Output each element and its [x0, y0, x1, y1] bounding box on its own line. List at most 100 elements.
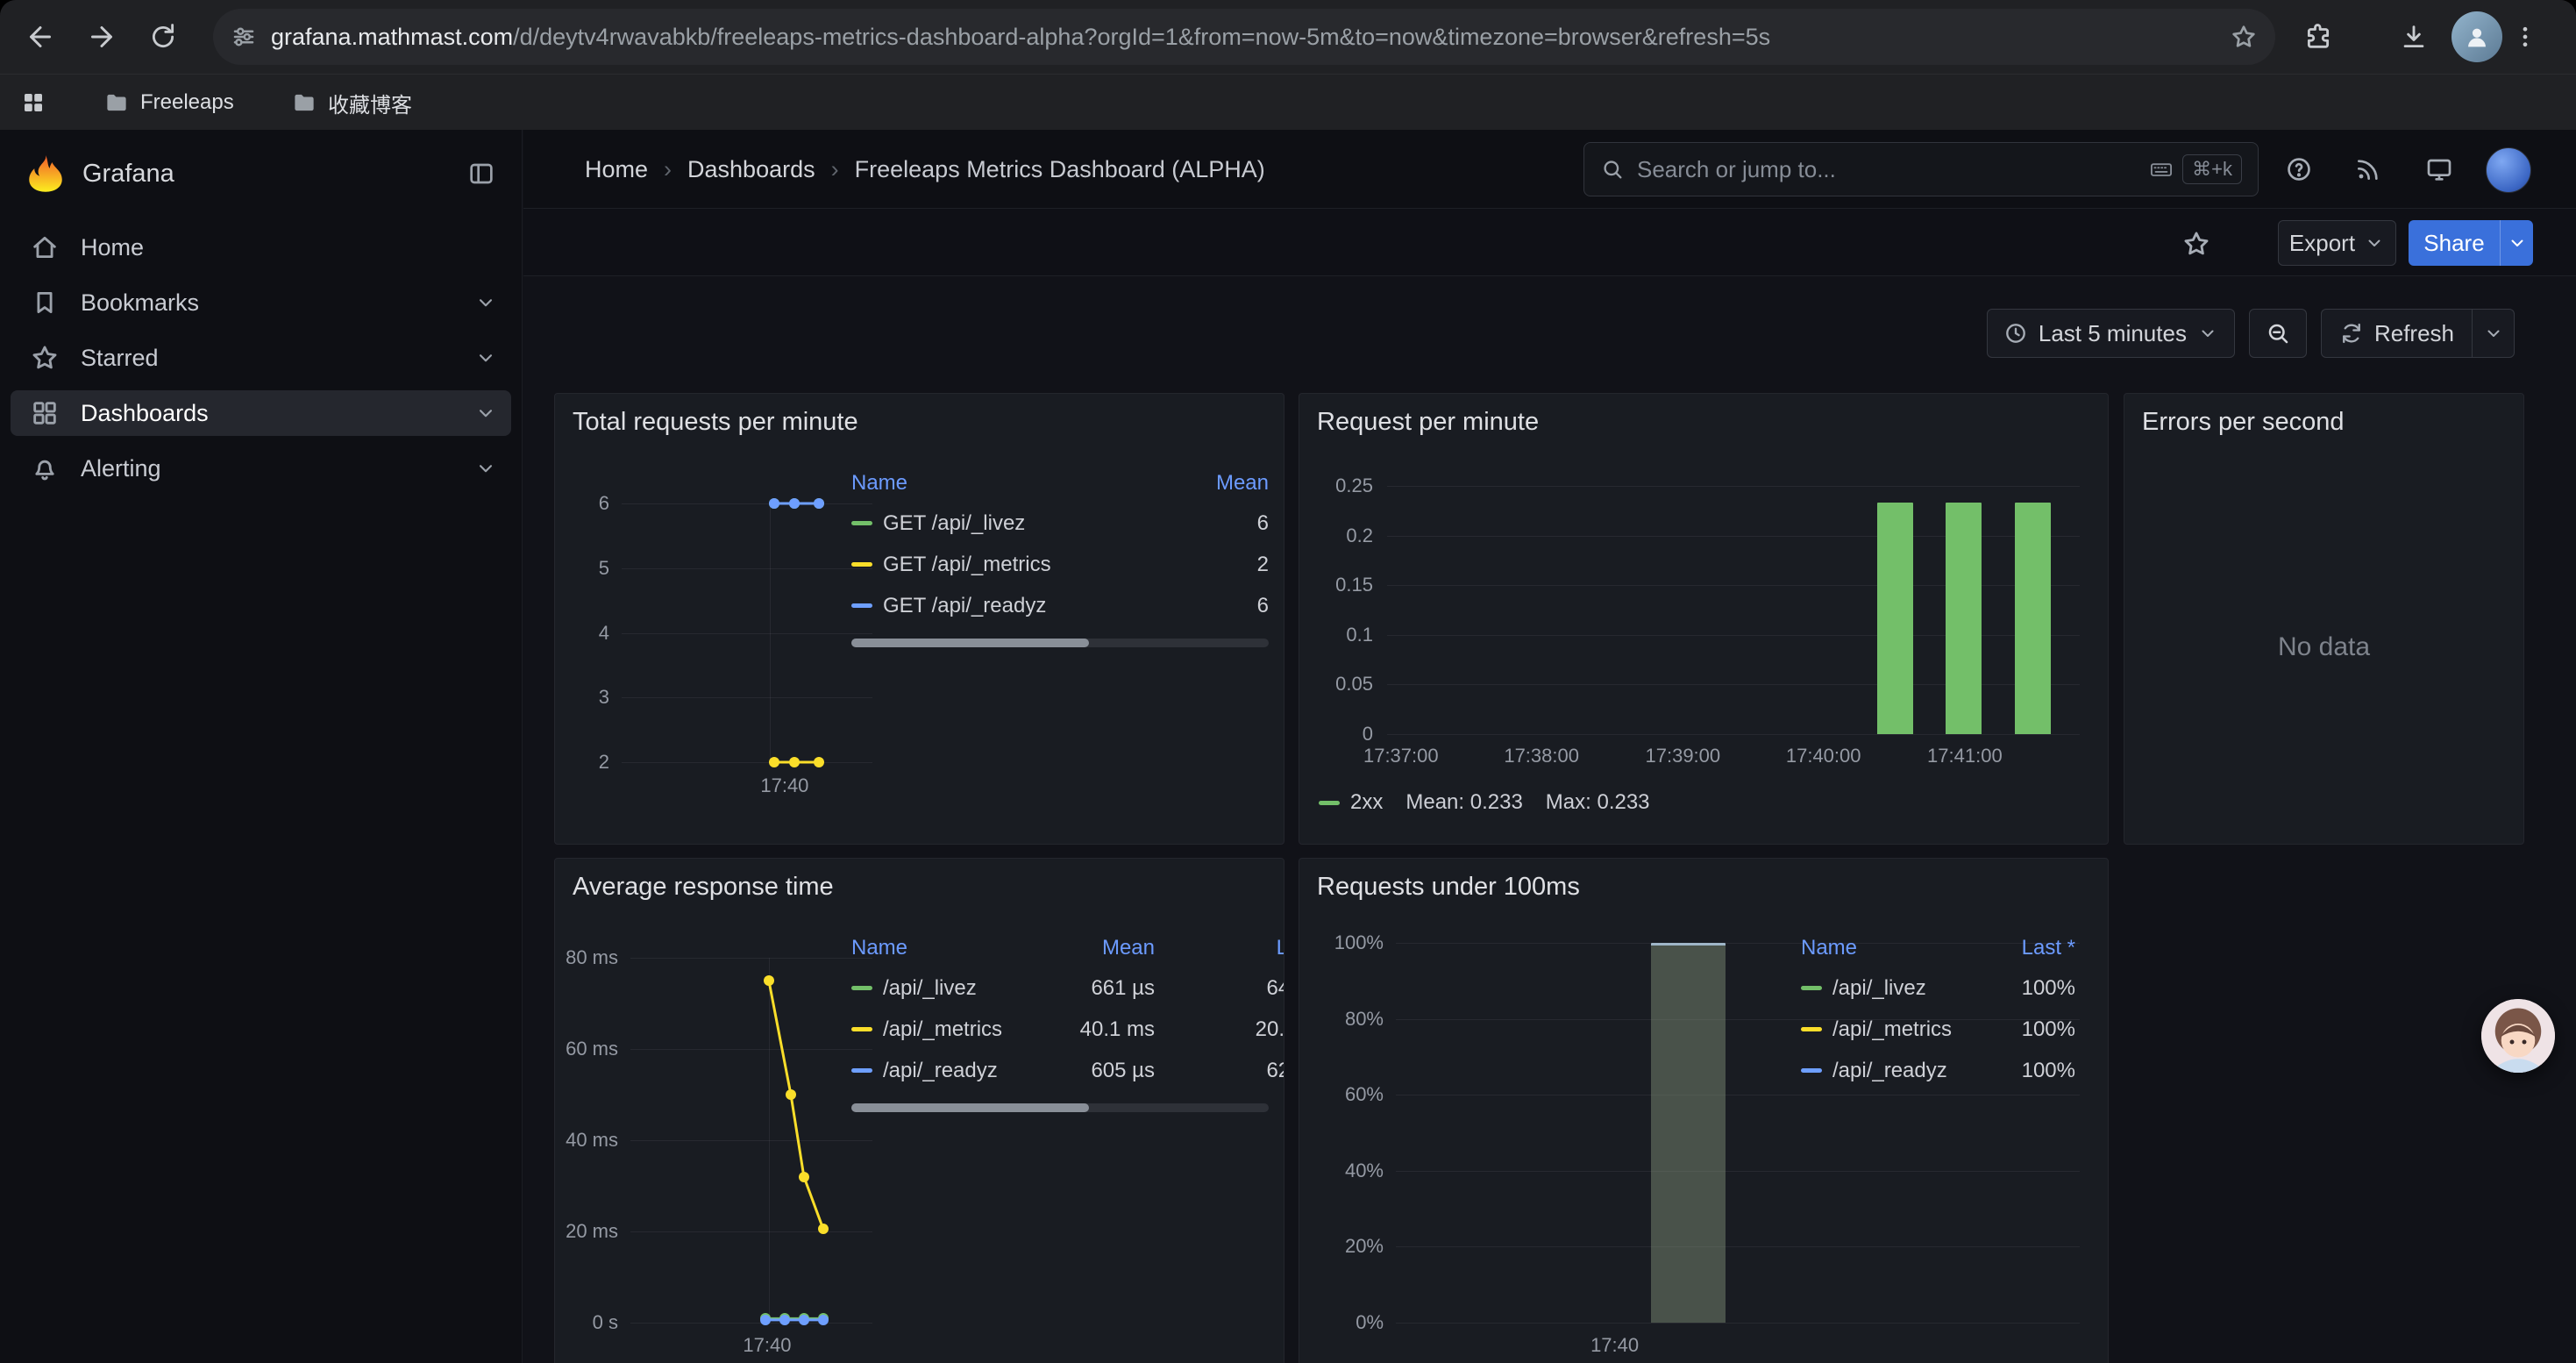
x-axis-labels: 17:40	[622, 773, 872, 799]
apps-grid-button[interactable]	[16, 87, 51, 118]
series-name[interactable]: GET /api/_metrics	[883, 553, 1051, 577]
legend-row[interactable]: /api/_livez 100%	[1801, 967, 2075, 1009]
search-input[interactable]	[1637, 156, 2137, 183]
sidebar-item-starred[interactable]: Starred	[11, 335, 511, 381]
legend-header-last[interactable]: Last *	[1993, 936, 2075, 960]
sidebar-item-bookmarks[interactable]: Bookmarks	[11, 280, 511, 325]
legend-row[interactable]: GET /api/_metrics 2	[851, 544, 1269, 585]
browser-menu-button[interactable]	[2497, 9, 2553, 65]
series-name[interactable]: 2xx	[1350, 790, 1383, 815]
legend-row[interactable]: GET /api/_livez 6	[851, 503, 1269, 544]
grafana-logo[interactable]	[25, 153, 67, 195]
scrollbar-thumb[interactable]	[851, 1103, 1089, 1112]
url-bar[interactable]: grafana.mathmast.com/d/deytv4rwavabkb/fr…	[213, 9, 2275, 65]
sidebar-item-label: Dashboards	[81, 400, 209, 427]
panel-title[interactable]: Total requests per minute	[573, 406, 858, 438]
screen: grafana.mathmast.com/d/deytv4rwavabkb/fr…	[0, 0, 2576, 1363]
legend-header-row: Name Mean Last *	[851, 929, 1284, 967]
legend-header-name[interactable]: Name	[851, 471, 1195, 496]
sidebar-item-home[interactable]: Home	[11, 225, 511, 270]
sidebar-item-alerting[interactable]: Alerting	[11, 446, 511, 491]
bookmark-freeleaps[interactable]: Freeleaps	[91, 82, 246, 124]
panel-title[interactable]: Average response time	[573, 871, 834, 903]
panel-title[interactable]: Errors per second	[2142, 406, 2345, 438]
dashboard-canvas: Last 5 minutes Refresh	[523, 276, 2576, 1363]
export-button[interactable]: Export	[2278, 220, 2396, 266]
back-button[interactable]	[12, 9, 68, 65]
sidebar-item-dashboards[interactable]: Dashboards	[11, 390, 511, 436]
series-name[interactable]: /api/_livez	[883, 976, 977, 1001]
bookmark-star-icon[interactable]	[2230, 23, 2258, 51]
legend-row[interactable]: /api/_readyz 605 µs 620 µs	[851, 1050, 1284, 1091]
search-box[interactable]: ⌘+k	[1583, 142, 2259, 196]
legend-scrollbar[interactable]	[851, 639, 1269, 647]
news-button[interactable]	[2347, 148, 2389, 190]
legend-row[interactable]: /api/_metrics 40.1 ms 20.5 ms	[851, 1009, 1284, 1050]
panel-title[interactable]: Requests under 100ms	[1317, 871, 1580, 903]
breadcrumb-home[interactable]: Home	[585, 156, 648, 183]
url-text[interactable]: grafana.mathmast.com/d/deytv4rwavabkb/fr…	[271, 24, 2216, 51]
series-name[interactable]: /api/_readyz	[1832, 1059, 1947, 1083]
legend-header-mean[interactable]: Mean	[1195, 471, 1269, 496]
legend-row[interactable]: /api/_readyz 100%	[1801, 1050, 2075, 1091]
downloads-button[interactable]	[2386, 9, 2442, 65]
series-name[interactable]: /api/_readyz	[883, 1059, 998, 1083]
zoom-out-button[interactable]	[2249, 309, 2307, 358]
breadcrumb-current: Freeleaps Metrics Dashboard (ALPHA)	[855, 156, 1265, 183]
assistant-avatar[interactable]	[2481, 999, 2555, 1073]
legend-row[interactable]: /api/_livez 661 µs 646 µs	[851, 967, 1284, 1009]
dock-menu-button[interactable]	[460, 153, 502, 195]
share-button[interactable]: Share	[2409, 220, 2500, 266]
legend-header-last[interactable]: Last *	[1155, 936, 1284, 960]
user-avatar[interactable]	[2486, 147, 2531, 193]
chevron-down-icon[interactable]	[474, 402, 497, 425]
display-button[interactable]	[2418, 148, 2460, 190]
y-axis-labels: 0.250.20.150.10.050	[1306, 486, 1378, 734]
breadcrumb-dashboards[interactable]: Dashboards	[687, 156, 815, 183]
chevron-down-icon[interactable]	[474, 346, 497, 369]
refresh-icon	[2339, 321, 2364, 346]
browser-profile-avatar[interactable]	[2451, 11, 2502, 62]
scrollbar-thumb[interactable]	[851, 639, 1089, 647]
legend-row[interactable]: GET /api/_readyz 6	[851, 585, 1269, 626]
folder-icon	[103, 89, 130, 116]
series-name[interactable]: /api/_metrics	[883, 1017, 1002, 1042]
legend-header-name[interactable]: Name	[1801, 936, 1993, 960]
refresh-interval-button[interactable]	[2472, 310, 2514, 357]
chevron-down-icon	[2507, 232, 2528, 253]
favorite-star-button[interactable]	[2181, 228, 2213, 260]
folder-icon	[291, 89, 317, 116]
forward-button[interactable]	[74, 9, 130, 65]
reload-button[interactable]	[135, 9, 191, 65]
bookmark-blogs[interactable]: 收藏博客	[279, 82, 424, 124]
legend-scrollbar[interactable]	[851, 1103, 1269, 1112]
series-mean: Mean: 0.233	[1405, 790, 1522, 815]
tune-icon[interactable]	[231, 24, 257, 50]
series-mean: 6	[1195, 594, 1269, 618]
share-menu-button[interactable]	[2500, 220, 2533, 266]
series-name[interactable]: GET /api/_readyz	[883, 594, 1046, 618]
grafana-brand: Grafana	[82, 130, 174, 218]
sidebar-header: Grafana	[0, 130, 522, 218]
refresh-button[interactable]: Refresh	[2322, 310, 2472, 357]
search-icon	[1600, 157, 1625, 182]
extensions-button[interactable]	[2290, 9, 2346, 65]
chevron-down-icon[interactable]	[474, 291, 497, 314]
time-range-picker[interactable]: Last 5 minutes	[1987, 309, 2235, 358]
legend-row[interactable]: /api/_metrics 100%	[1801, 1009, 2075, 1050]
panel-average-response-time: Average response time 80 ms60 ms40 ms20 …	[554, 858, 1284, 1363]
sidebar-item-label: Starred	[81, 345, 159, 372]
legend-header-name[interactable]: Name	[851, 936, 1051, 960]
chevron-down-icon[interactable]	[474, 457, 497, 480]
chart-plot-area	[1387, 486, 2080, 734]
series-name[interactable]: /api/_livez	[1832, 976, 1926, 1001]
series-name[interactable]: /api/_metrics	[1832, 1017, 1952, 1042]
series-swatch	[1801, 986, 1822, 990]
legend-header-mean[interactable]: Mean	[1051, 936, 1155, 960]
profile-icon	[2462, 22, 2492, 52]
monitor-icon	[2425, 155, 2453, 183]
help-button[interactable]	[2278, 148, 2320, 190]
panel-title[interactable]: Request per minute	[1317, 406, 1539, 438]
series-name[interactable]: GET /api/_livez	[883, 511, 1025, 536]
browser-toolbar: grafana.mathmast.com/d/deytv4rwavabkb/fr…	[0, 0, 2576, 74]
